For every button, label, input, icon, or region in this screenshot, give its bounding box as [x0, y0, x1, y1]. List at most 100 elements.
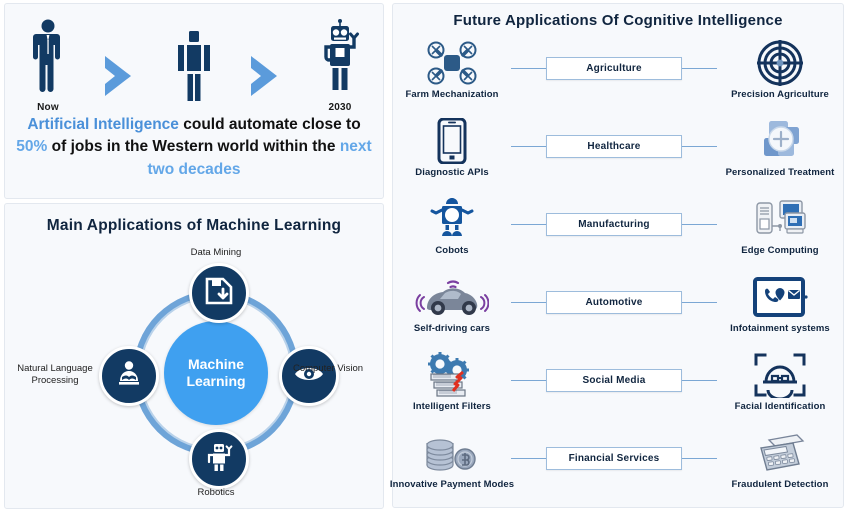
- row-left-label: Diagnostic APIs: [415, 167, 489, 178]
- row-left-cell[interactable]: Diagnostic APIs: [393, 114, 511, 192]
- row-connector: Agriculture: [511, 29, 717, 107]
- connector-line-right: [682, 223, 717, 225]
- headline-part-2: could automate close to: [178, 116, 361, 133]
- evolution-timeline: Now 2030: [5, 18, 383, 113]
- headline-part-percent: 50%: [16, 138, 48, 156]
- row-right-cell[interactable]: Facial Identification: [717, 348, 843, 426]
- row-right-label: Infotainment systems: [730, 323, 830, 334]
- domain-chip[interactable]: Agriculture: [546, 56, 682, 80]
- row-right-label: Precision Agriculture: [731, 89, 829, 100]
- hub-line-2: Learning: [186, 373, 246, 389]
- row-connector: Financial Services: [511, 419, 717, 497]
- headline-part-4: of jobs in the Western world within the: [47, 138, 340, 156]
- application-row: Diagnostic APIs Healthcare Personalized …: [393, 114, 843, 192]
- human-figure-icon: [28, 18, 68, 97]
- wheel-node-data-mining[interactable]: [189, 263, 249, 323]
- wheel-node-nlp[interactable]: [99, 346, 159, 406]
- tablet-apps-icon: [752, 274, 808, 320]
- wheel-node-computer-vision[interactable]: [279, 346, 339, 406]
- car-signal-icon: [415, 274, 489, 320]
- right-panel-title: Future Applications Of Cognitive Intelli…: [453, 12, 783, 29]
- row-connector: Healthcare: [511, 107, 717, 185]
- cobot-robot-icon: [428, 196, 476, 242]
- timeline-item-now: Now: [9, 18, 87, 113]
- row-left-cell[interactable]: Innovative Payment Modes: [389, 426, 515, 504]
- save-download-icon: [204, 276, 234, 311]
- server-computers-icon: [754, 196, 806, 242]
- application-rows: Farm Mechanization Agriculture Precision…: [389, 36, 843, 504]
- infographic-page: Now 2030 Artificial Intelligence could a…: [0, 0, 850, 513]
- drone-icon: [427, 40, 477, 86]
- row-left-cell[interactable]: Farm Mechanization: [393, 36, 511, 114]
- row-right-cell[interactable]: Edge Computing: [717, 192, 843, 270]
- hub-line-1: Machine: [187, 355, 244, 372]
- connector-line-right: [682, 145, 717, 147]
- application-row: Cobots Manufacturing Edge Computing: [393, 192, 843, 270]
- domain-chip[interactable]: Manufacturing: [546, 212, 682, 236]
- domain-chip[interactable]: Financial Services: [546, 446, 682, 470]
- application-row: Self-driving cars Automotive Infotainmen…: [393, 270, 843, 348]
- ml-panel-title: Main Applications of Machine Learning: [46, 217, 342, 234]
- row-left-label: Self-driving cars: [413, 323, 491, 334]
- robot-icon: [205, 442, 233, 477]
- connector-line-left: [511, 301, 546, 303]
- row-left-label: Innovative Payment Modes: [389, 479, 515, 490]
- row-left-label: Farm Mechanization: [405, 89, 499, 100]
- calculator-icon: [753, 430, 807, 476]
- ml-applications-panel: Main Applications of Machine Learning Ma…: [4, 203, 384, 509]
- row-right-cell[interactable]: Precision Agriculture: [717, 36, 843, 114]
- row-connector: Manufacturing: [511, 185, 717, 263]
- row-right-cell[interactable]: Fraudulent Detection: [717, 426, 843, 504]
- wheel-node-robotics[interactable]: [189, 429, 249, 489]
- medical-plus-icon: [756, 118, 804, 164]
- application-row: Intelligent Filters Social Media Facial …: [393, 348, 843, 426]
- chevron-right-icon: [101, 39, 141, 113]
- row-connector: Social Media: [511, 341, 717, 419]
- domain-chip[interactable]: Healthcare: [546, 134, 682, 158]
- row-left-label: Cobots: [435, 245, 469, 256]
- timeline-item-android: [155, 29, 233, 113]
- person-reading-icon: [114, 359, 144, 394]
- smartphone-icon: [437, 118, 467, 164]
- domain-chip[interactable]: Automotive: [546, 290, 682, 314]
- timeline-caption: Now: [37, 102, 59, 113]
- chevron-right-icon: [247, 39, 287, 113]
- left-column: Now 2030 Artificial Intelligence could a…: [0, 0, 390, 513]
- connector-line-right: [682, 457, 717, 459]
- connector-line-left: [511, 223, 546, 225]
- connector-line-left: [511, 67, 546, 69]
- headline-part-ai: Artificial Intelligence: [27, 116, 179, 133]
- ai-automation-panel: Now 2030 Artificial Intelligence could a…: [4, 3, 384, 199]
- gears-filter-icon: [423, 352, 481, 398]
- row-left-cell[interactable]: Intelligent Filters: [393, 348, 511, 426]
- connector-line-left: [511, 379, 546, 381]
- wheel-label-computer-vision: Computer Vision: [293, 363, 364, 374]
- cognitive-applications-panel: Future Applications Of Cognitive Intelli…: [389, 3, 844, 508]
- android-figure-icon: [172, 29, 216, 108]
- connector-line-left: [511, 145, 546, 147]
- ml-wheel-diagram: Machine Learning Data Mining Natural Lan…: [5, 242, 385, 504]
- target-icon: [757, 40, 803, 86]
- row-right-label: Fraudulent Detection: [731, 479, 829, 490]
- application-row: Innovative Payment Modes Financial Servi…: [389, 426, 843, 504]
- robot-figure-icon: [316, 18, 364, 97]
- connector-line-left: [511, 457, 546, 459]
- connector-line-right: [682, 67, 717, 69]
- row-right-label: Facial Identification: [734, 401, 826, 412]
- coins-stack-icon: [423, 430, 481, 476]
- connector-line-right: [682, 301, 717, 303]
- row-right-label: Personalized Treatment: [725, 167, 835, 178]
- timeline-item-2030: 2030: [301, 18, 379, 113]
- connector-line-right: [682, 379, 717, 381]
- domain-chip[interactable]: Social Media: [546, 368, 682, 392]
- row-right-cell[interactable]: Personalized Treatment: [717, 114, 843, 192]
- headline-text: Artificial Intelligence could automate c…: [15, 114, 373, 181]
- row-right-cell[interactable]: Infotainment systems: [717, 270, 843, 348]
- row-connector: Automotive: [511, 263, 717, 341]
- row-right-label: Edge Computing: [741, 245, 819, 256]
- row-left-label: Intelligent Filters: [413, 401, 491, 412]
- row-left-cell[interactable]: Cobots: [393, 192, 511, 270]
- wheel-hub: Machine Learning: [164, 321, 268, 425]
- timeline-caption: 2030: [328, 102, 352, 113]
- row-left-cell[interactable]: Self-driving cars: [393, 270, 511, 348]
